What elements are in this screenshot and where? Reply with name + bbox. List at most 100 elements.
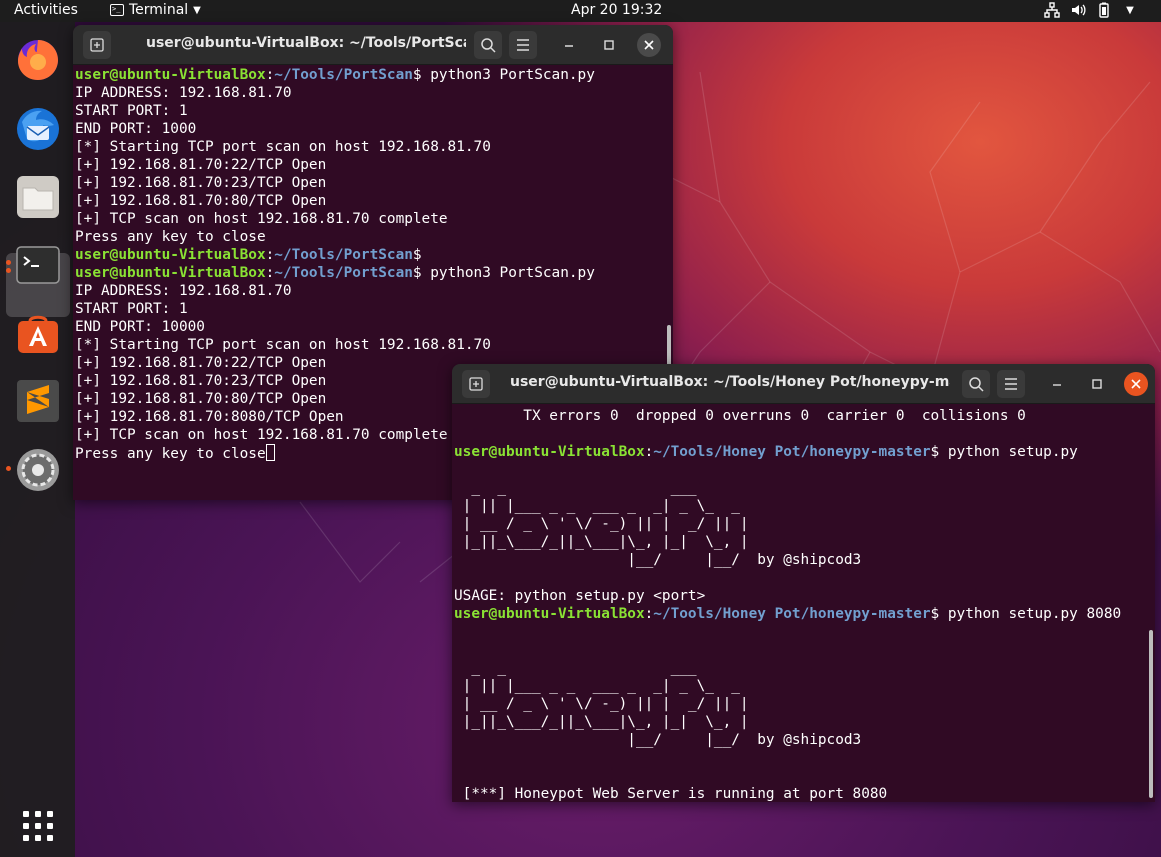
output-text: | __ / _ \ ' \/ -_) || | _/ || |	[454, 516, 749, 532]
terminal-line: END PORT: 10000	[75, 318, 673, 336]
output-text: USAGE: python setup.py <port>	[454, 588, 706, 604]
output-text: |_||_\___/_||_\___|\_, |_| \_, |	[454, 534, 749, 550]
maximize-icon[interactable]	[1085, 372, 1109, 396]
prompt-symbol: $	[412, 265, 422, 281]
prompt-path: ~/Tools/PortScan	[274, 247, 413, 263]
output-text: |__/ |__/ by @shipcod3	[454, 732, 862, 748]
new-tab-icon[interactable]	[462, 370, 490, 398]
output-text: [*] Starting TCP port scan on host 192.1…	[75, 139, 491, 155]
output-text: TX errors 0 dropped 0 overruns 0 carrier…	[454, 408, 1026, 424]
activities-button[interactable]: Activities	[14, 2, 78, 18]
firefox-icon[interactable]	[14, 35, 62, 83]
running-indicator	[6, 260, 11, 265]
terminal-output[interactable]: TX errors 0 dropped 0 overruns 0 carrier…	[454, 407, 1155, 802]
output-text: [+] 192.168.81.70:23/TCP Open	[75, 175, 327, 191]
output-text: _ _ ___	[454, 480, 697, 496]
prompt-symbol: $	[412, 247, 422, 263]
terminal-line: [+] 192.168.81.70:22/TCP Open	[75, 156, 673, 174]
prompt-user: user@ubuntu-VirtualBox	[75, 265, 266, 281]
window-titlebar[interactable]: user@ubuntu-VirtualBox: ~/Tools/Honey Po…	[452, 364, 1155, 404]
output-text: [*] Starting TCP port scan on host 192.1…	[75, 337, 491, 353]
prompt-separator: :	[265, 247, 275, 263]
output-text: [+] 192.168.81.70:8080/TCP Open	[75, 409, 344, 425]
close-icon[interactable]	[637, 33, 661, 57]
output-text: _ _ ___	[454, 660, 697, 676]
prompt-symbol: $	[930, 606, 940, 622]
output-text: IP ADDRESS: 192.168.81.70	[75, 283, 292, 299]
output-text: END PORT: 1000	[75, 121, 197, 137]
output-text: Press any key to close	[75, 446, 266, 462]
terminal-line: _ _ ___	[454, 479, 1155, 497]
system-tray[interactable]: ▼	[1044, 2, 1138, 18]
app-menu[interactable]: >_ Terminal ▼	[110, 2, 201, 18]
terminal-line: START PORT: 1	[75, 300, 673, 318]
clock[interactable]: Apr 20 19:32	[571, 2, 662, 18]
volume-icon[interactable]	[1070, 2, 1086, 18]
prompt-path: ~/Tools/Honey Pot/honeypy-master	[653, 444, 931, 460]
terminal-line: IP ADDRESS: 192.168.81.70	[75, 84, 673, 102]
window-titlebar[interactable]: user@ubuntu-VirtualBox: ~/Tools/PortScan	[73, 25, 673, 65]
network-icon[interactable]	[1044, 2, 1060, 18]
prompt-user: user@ubuntu-VirtualBox	[454, 606, 645, 622]
window-title: user@ubuntu-VirtualBox: ~/Tools/Honey Po…	[510, 374, 950, 390]
prompt-path: ~/Tools/PortScan	[274, 265, 413, 281]
dock	[0, 22, 75, 857]
app-menu-label: Terminal	[129, 2, 189, 18]
hamburger-menu-icon[interactable]	[997, 370, 1025, 398]
terminal-line: Press any key to close	[75, 228, 673, 246]
output-text: START PORT: 1	[75, 103, 188, 119]
thunderbird-icon[interactable]	[14, 104, 62, 152]
output-text: |_||_\___/_||_\___|\_, |_| \_, |	[454, 714, 749, 730]
prompt-user: user@ubuntu-VirtualBox	[75, 67, 266, 83]
close-icon[interactable]	[1124, 372, 1148, 396]
search-icon[interactable]	[962, 370, 990, 398]
terminal-line: |__/ |__/ by @shipcod3	[454, 551, 1155, 569]
command-text: python setup.py	[939, 444, 1078, 460]
settings-icon[interactable]	[14, 446, 62, 494]
system-menu-chevron-icon[interactable]: ▼	[1122, 2, 1138, 18]
minimize-icon[interactable]	[557, 33, 581, 57]
terminal-window-honeypot[interactable]: user@ubuntu-VirtualBox: ~/Tools/Honey Po…	[452, 364, 1155, 802]
hamburger-menu-icon[interactable]	[509, 31, 537, 59]
output-text: [+] 192.168.81.70:80/TCP Open	[75, 193, 327, 209]
scrollbar[interactable]	[1149, 630, 1153, 798]
battery-icon[interactable]	[1096, 2, 1112, 18]
terminal-line: END PORT: 1000	[75, 120, 673, 138]
output-text: | || |___ _ _ ___ _ _| _ \_ _	[454, 498, 740, 514]
terminal-line: | || |___ _ _ ___ _ _| _ \_ _	[454, 677, 1155, 695]
window-title: user@ubuntu-VirtualBox: ~/Tools/PortScan	[146, 35, 466, 51]
terminal-line: TX errors 0 dropped 0 overruns 0 carrier…	[454, 407, 1155, 425]
prompt-path: ~/Tools/Honey Pot/honeypy-master	[653, 606, 931, 622]
running-indicator	[6, 268, 11, 273]
terminal-line: [+] 192.168.81.70:80/TCP Open	[75, 192, 673, 210]
prompt-user: user@ubuntu-VirtualBox	[454, 444, 645, 460]
output-text: Press any key to close	[75, 229, 266, 245]
output-text: [+] 192.168.81.70:23/TCP Open	[75, 373, 327, 389]
search-icon[interactable]	[474, 31, 502, 59]
sublime-text-icon[interactable]	[14, 377, 62, 425]
output-text: [+] TCP scan on host 192.168.81.70 compl…	[75, 427, 448, 443]
terminal-line: IP ADDRESS: 192.168.81.70	[75, 282, 673, 300]
ubuntu-software-icon[interactable]	[14, 309, 62, 357]
new-tab-icon[interactable]	[83, 31, 111, 59]
show-applications-icon[interactable]	[14, 802, 62, 850]
output-text: [***] Honeypot Web Server is running at …	[454, 786, 888, 802]
terminal-line: user@ubuntu-VirtualBox:~/Tools/PortScan$…	[75, 66, 673, 84]
maximize-icon[interactable]	[597, 33, 621, 57]
output-text: [+] 192.168.81.70:22/TCP Open	[75, 355, 327, 371]
output-text: | __ / _ \ ' \/ -_) || | _/ || |	[454, 696, 749, 712]
output-text: | || |___ _ _ ___ _ _| _ \_ _	[454, 678, 740, 694]
terminal-line: USAGE: python setup.py <port>	[454, 587, 1155, 605]
prompt-path: ~/Tools/PortScan	[274, 67, 413, 83]
files-icon[interactable]	[14, 172, 62, 220]
prompt-symbol: $	[930, 444, 940, 460]
terminal-icon[interactable]	[14, 241, 62, 289]
minimize-icon[interactable]	[1045, 372, 1069, 396]
